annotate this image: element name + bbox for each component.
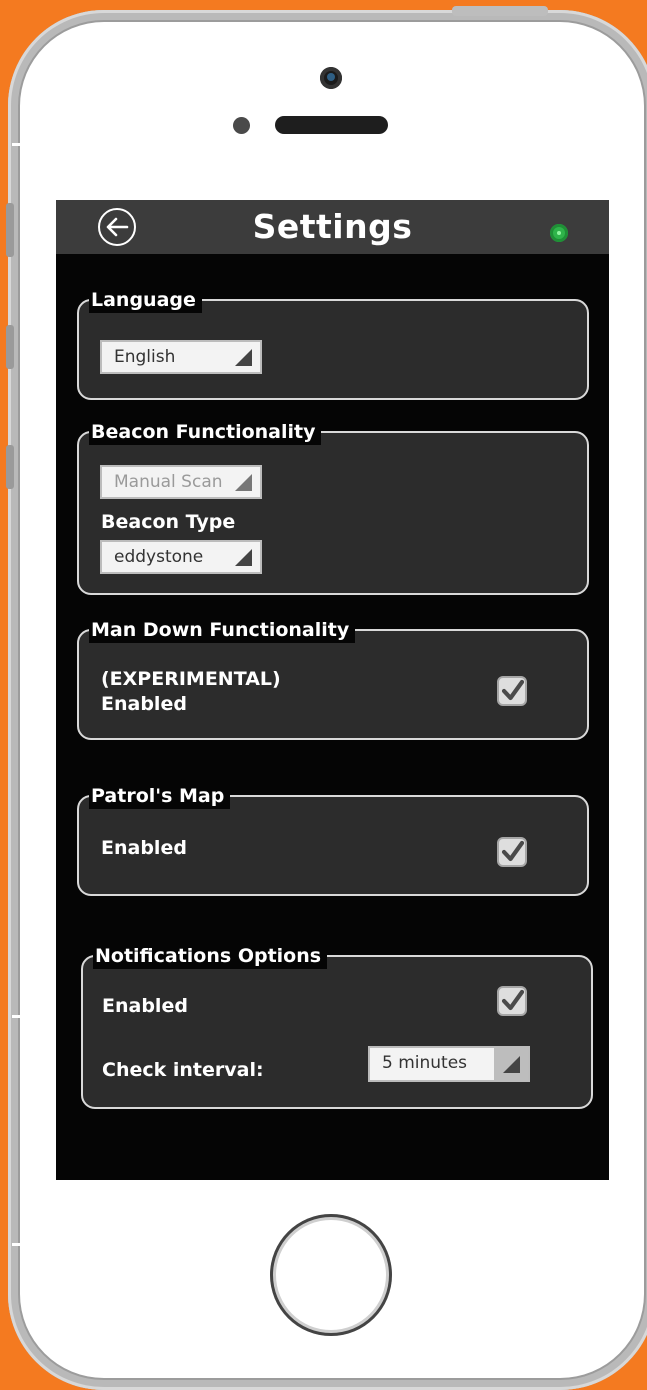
language-section: Language English [77, 287, 589, 400]
man-down-enabled-label: Enabled [101, 693, 187, 715]
earpiece-speaker [275, 116, 388, 134]
beacon-legend: Beacon Functionality [89, 419, 322, 445]
man-down-legend: Man Down Functionality [89, 617, 356, 643]
power-button[interactable] [452, 6, 548, 16]
notifications-enabled-checkbox[interactable] [497, 986, 527, 1016]
notifications-section: Notifications Options Enabled Check inte… [81, 943, 593, 1109]
home-button[interactable] [270, 1214, 392, 1336]
check-interval-value: 5 minutes [382, 1053, 468, 1073]
beacon-type-value: eddystone [114, 547, 204, 567]
volume-up-button[interactable] [6, 325, 14, 369]
man-down-experimental-label: (EXPERIMENTAL) [101, 668, 281, 690]
language-select-value: English [114, 347, 176, 367]
connection-status-indicator [550, 224, 568, 242]
patrol-map-enabled-label: Enabled [101, 837, 187, 859]
notifications-legend: Notifications Options [93, 943, 328, 969]
app-screen: Settings Language English Beacon Functio… [56, 200, 609, 1180]
dropdown-arrow-icon [503, 1056, 520, 1073]
frame-antenna-line [12, 1015, 30, 1018]
beacon-scan-mode-value: Manual Scan [114, 472, 223, 492]
patrol-map-legend: Patrol's Map [89, 783, 231, 809]
settings-header: Settings [56, 200, 609, 254]
check-interval-label: Check interval: [102, 1059, 264, 1081]
check-interval-select[interactable]: 5 minutes [368, 1046, 530, 1082]
patrol-map-enabled-checkbox[interactable] [497, 837, 527, 867]
frame-antenna-line [12, 143, 30, 146]
dropdown-arrow-icon [235, 349, 252, 366]
beacon-type-label: Beacon Type [101, 511, 236, 533]
man-down-enabled-checkbox[interactable] [497, 676, 527, 706]
checkmark-icon [501, 679, 525, 701]
checkmark-icon [501, 989, 525, 1011]
man-down-section: Man Down Functionality (EXPERIMENTAL) En… [77, 617, 589, 740]
mute-switch[interactable] [6, 203, 14, 257]
language-legend: Language [89, 287, 202, 313]
front-camera [320, 67, 342, 89]
proximity-sensor [233, 117, 250, 134]
volume-down-button[interactable] [6, 445, 14, 489]
beacon-section: Beacon Functionality Manual Scan Beacon … [77, 419, 589, 595]
beacon-scan-mode-select[interactable]: Manual Scan [100, 465, 262, 499]
beacon-type-select[interactable]: eddystone [100, 540, 262, 574]
dropdown-arrow-icon [235, 549, 252, 566]
patrol-map-section: Patrol's Map Enabled [77, 783, 589, 896]
dropdown-arrow-icon [235, 474, 252, 491]
page-title: Settings [252, 207, 413, 246]
checkmark-icon [501, 840, 525, 862]
notifications-enabled-label: Enabled [102, 995, 188, 1017]
frame-antenna-line [12, 1243, 30, 1246]
language-select[interactable]: English [100, 340, 262, 374]
